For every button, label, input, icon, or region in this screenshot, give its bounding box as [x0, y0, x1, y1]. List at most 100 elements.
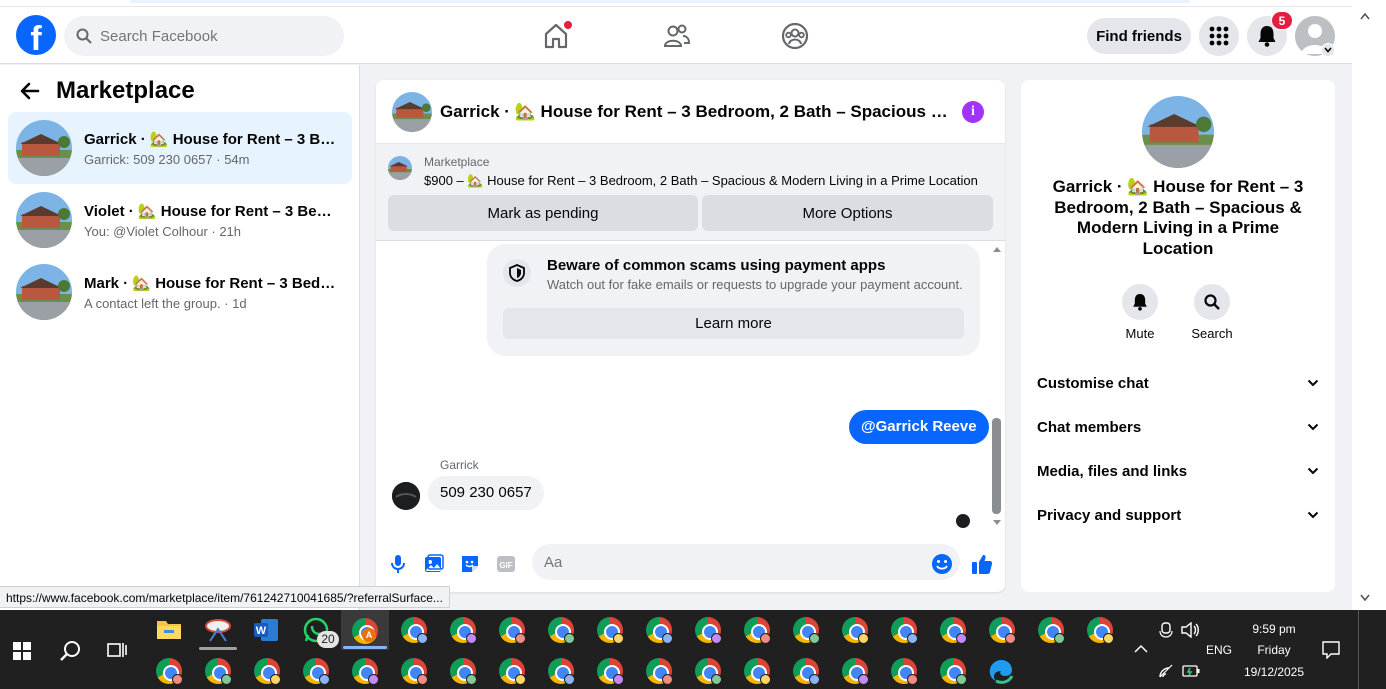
more-options-button[interactable]: More Options: [702, 195, 993, 231]
chrome-window-icon[interactable]: [891, 658, 918, 685]
chrome-profile-badge: [662, 633, 673, 644]
chat-scrollbar[interactable]: [990, 243, 1004, 529]
chrome-window-icon[interactable]: [450, 617, 477, 644]
chrome-window-icon[interactable]: [352, 658, 379, 685]
listing-price-title[interactable]: $900 – 🏡 House for Rent – 3 Bedroom, 2 B…: [424, 173, 978, 189]
chat-avatar[interactable]: [392, 91, 432, 132]
chrome-window-icon[interactable]: [891, 617, 918, 644]
mark-as-pending-button[interactable]: Mark as pending: [388, 195, 698, 231]
chrome-window-icon[interactable]: [1038, 617, 1065, 644]
clock-date[interactable]: 19/12/2025: [1238, 665, 1310, 679]
search-icon[interactable]: [59, 640, 81, 662]
chrome-window-icon[interactable]: [499, 617, 526, 644]
find-friends-button[interactable]: Find friends: [1087, 18, 1191, 54]
chrome-window-icon[interactable]: [303, 658, 330, 685]
menu-button[interactable]: [1199, 16, 1239, 56]
svg-text:W: W: [256, 625, 267, 637]
windows-start-icon[interactable]: [13, 642, 31, 660]
details-avatar[interactable]: [1142, 96, 1214, 168]
snipping-tool-icon[interactable]: [204, 617, 232, 643]
chrome-window-icon[interactable]: [646, 658, 673, 685]
active-chrome-window[interactable]: A: [341, 610, 389, 650]
clock-time[interactable]: 9:59 pm: [1238, 622, 1310, 636]
chrome-window-icon[interactable]: [401, 617, 428, 644]
chrome-window-icon[interactable]: [597, 617, 624, 644]
chrome-profile-badge: [564, 674, 575, 685]
edge-icon[interactable]: [988, 658, 1014, 684]
scroll-down-icon[interactable]: [992, 519, 1002, 527]
photo-icon[interactable]: [422, 552, 446, 576]
chrome-window-icon[interactable]: [205, 658, 232, 685]
sticker-icon[interactable]: [458, 552, 482, 576]
chrome-window-icon[interactable]: [793, 617, 820, 644]
scroll-up-icon[interactable]: [1360, 12, 1370, 20]
chrome-window-icon[interactable]: [401, 658, 428, 685]
chrome-window-icon[interactable]: [842, 658, 869, 685]
search-input[interactable]: [100, 27, 320, 45]
chat-title[interactable]: Garrick · 🏡 House for Rent – 3 Bedroom, …: [440, 102, 950, 122]
scroll-thumb[interactable]: [992, 418, 1001, 514]
chevron-up-icon[interactable]: [1134, 644, 1148, 654]
chrome-window-icon[interactable]: [940, 617, 967, 644]
chrome-window-icon[interactable]: [744, 658, 771, 685]
chrome-window-icon[interactable]: [695, 617, 722, 644]
friends-icon[interactable]: [661, 21, 691, 51]
chrome-window-icon[interactable]: [940, 658, 967, 685]
word-icon[interactable]: W: [253, 618, 279, 642]
sent-message-bubble[interactable]: @Garrick Reeve: [849, 410, 989, 444]
task-view-icon[interactable]: [107, 641, 127, 659]
page-scrollbar[interactable]: [1352, 0, 1386, 610]
file-explorer-icon[interactable]: [156, 618, 182, 640]
wifi-icon[interactable]: [1159, 664, 1175, 678]
message-composer: GIF: [376, 542, 1005, 592]
section-customise-chat[interactable]: Customise chat: [1037, 363, 1319, 403]
section-chat-members[interactable]: Chat members: [1037, 407, 1319, 447]
chrome-window-icon[interactable]: [597, 658, 624, 685]
chrome-window-icon[interactable]: [989, 617, 1016, 644]
back-arrow-icon[interactable]: [20, 81, 40, 101]
conversation-item-violet[interactable]: Violet · 🏡 House for Rent – 3 Bedroom, 2…: [8, 184, 352, 256]
chrome-window-icon[interactable]: [1087, 617, 1114, 644]
scroll-up-icon[interactable]: [992, 245, 1002, 253]
chrome-window-icon[interactable]: [842, 617, 869, 644]
chrome-window-icon[interactable]: [499, 658, 526, 685]
search-action[interactable]: Search: [1182, 284, 1242, 341]
learn-more-button[interactable]: Learn more: [503, 308, 964, 339]
message-input[interactable]: [532, 544, 960, 580]
notification-center-icon[interactable]: [1322, 641, 1340, 659]
battery-icon[interactable]: [1182, 665, 1200, 677]
scroll-down-icon[interactable]: [1360, 594, 1370, 602]
chrome-window-icon[interactable]: [156, 658, 183, 685]
volume-icon[interactable]: [1181, 622, 1199, 638]
sender-avatar[interactable]: [392, 482, 420, 510]
clock-day[interactable]: Friday: [1238, 643, 1310, 657]
chrome-window-icon[interactable]: [254, 658, 281, 685]
chrome-window-icon[interactable]: [744, 617, 771, 644]
chrome-window-icon[interactable]: [695, 658, 722, 685]
chrome-window-icon[interactable]: [646, 617, 673, 644]
whatsapp-icon[interactable]: 20: [303, 617, 339, 648]
groups-icon[interactable]: [780, 21, 810, 51]
chrome-window-icon[interactable]: [450, 658, 477, 685]
info-icon[interactable]: i: [962, 101, 984, 123]
section-privacy-support[interactable]: Privacy and support: [1037, 495, 1319, 535]
section-media-files-links[interactable]: Media, files and links: [1037, 451, 1319, 491]
touch-keyboard-icon[interactable]: [1159, 622, 1173, 638]
thumbs-up-icon[interactable]: [970, 552, 994, 576]
conversation-item-mark[interactable]: Mark · 🏡 House for Rent – 3 Bedroom, 2 B…: [8, 256, 352, 328]
account-chevron[interactable]: [1321, 43, 1335, 57]
search-bar[interactable]: [64, 16, 344, 56]
sidebar-title: Marketplace: [56, 77, 195, 104]
microphone-icon[interactable]: [386, 552, 410, 576]
facebook-logo[interactable]: f: [16, 15, 56, 55]
mute-action[interactable]: Mute: [1110, 284, 1170, 341]
conversation-snippet: A contact left the group. · 1d: [84, 295, 247, 311]
chrome-window-icon[interactable]: [548, 658, 575, 685]
received-message-bubble[interactable]: 509 230 0657: [428, 476, 544, 510]
emoji-icon[interactable]: [930, 552, 954, 576]
gif-icon[interactable]: GIF: [494, 552, 518, 576]
chrome-window-icon[interactable]: [793, 658, 820, 685]
language-indicator[interactable]: ENG: [1205, 643, 1233, 657]
chrome-window-icon[interactable]: [548, 617, 575, 644]
conversation-item-garrick[interactable]: Garrick · 🏡 House for Rent – 3 Bedroom, …: [8, 112, 352, 184]
